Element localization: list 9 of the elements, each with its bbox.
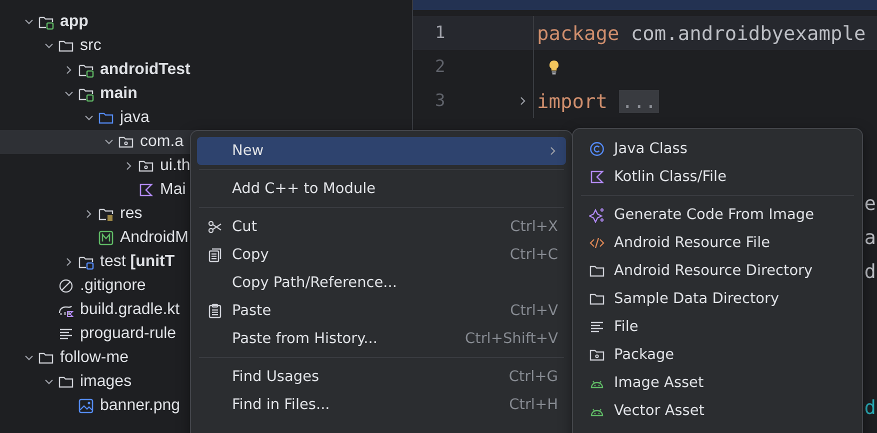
code-text: import ...: [537, 90, 659, 112]
line-number: 2: [435, 57, 446, 77]
line-number: 1: [435, 23, 446, 43]
code-text: a: [864, 226, 876, 248]
code-text: d: [864, 396, 876, 418]
code-text: d: [864, 260, 876, 282]
code-text: e: [864, 192, 876, 214]
line-number: 3: [435, 91, 446, 111]
code-text: package com.androidbyexample: [537, 22, 866, 44]
